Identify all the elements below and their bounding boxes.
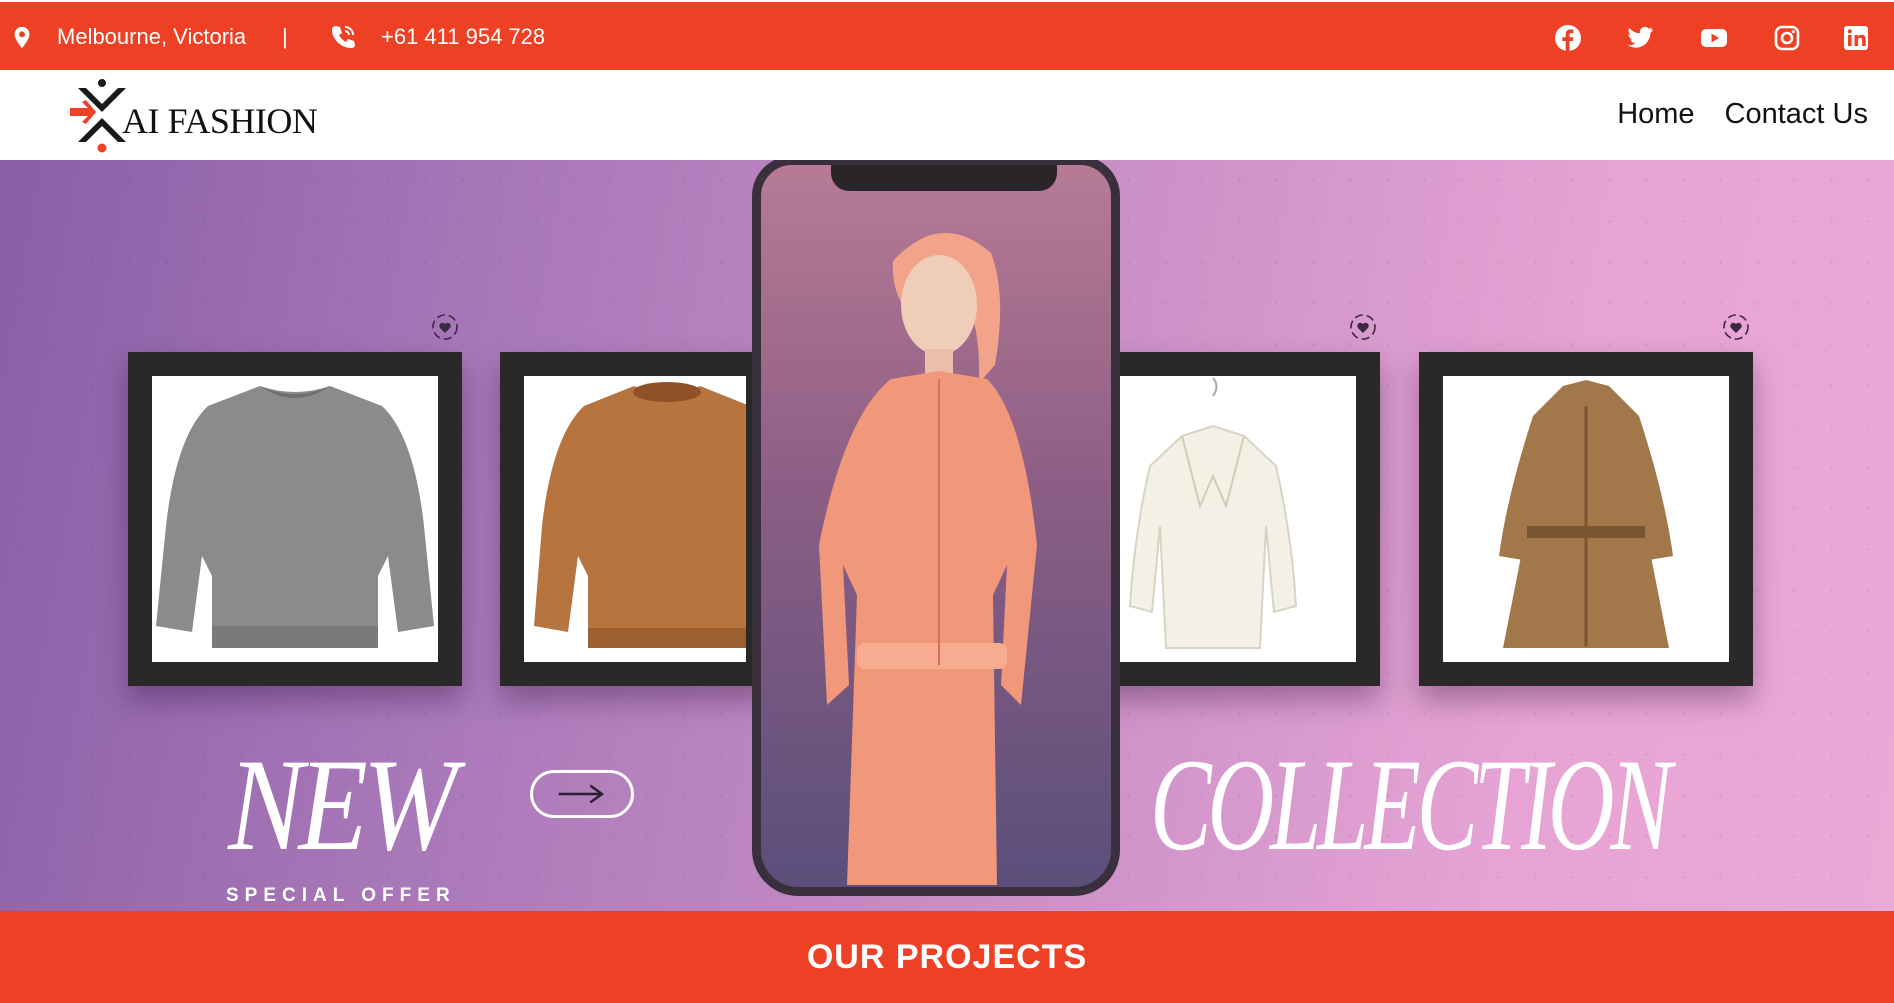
main-nav: Home Contact Us bbox=[1617, 98, 1868, 131]
brown-trench-coat-image bbox=[1499, 380, 1673, 648]
product-card-brown-trench-coat[interactable] bbox=[1419, 352, 1753, 686]
projects-section-header: OUR PROJECTS bbox=[0, 911, 1894, 1003]
nav-contact-us[interactable]: Contact Us bbox=[1725, 98, 1868, 131]
instagram-icon[interactable] bbox=[1773, 24, 1801, 52]
section-title: OUR PROJECTS bbox=[806, 937, 1088, 976]
product-card-grey-sweatshirt[interactable] bbox=[128, 352, 462, 686]
linkedin-icon[interactable] bbox=[1842, 24, 1870, 52]
product-card-orange-sweater[interactable] bbox=[500, 352, 770, 686]
special-offer-label: SPECIAL OFFER bbox=[226, 885, 456, 906]
top-contact-bar: Melbourne, Victoria | +61 411 954 728 bbox=[0, 2, 1894, 70]
heart-icon[interactable] bbox=[1348, 312, 1378, 342]
site-header: AI FASHION Home Contact Us bbox=[0, 70, 1894, 160]
arrow-button[interactable] bbox=[530, 770, 634, 818]
hero-banner: NEW COLLECTION SPECIAL OFFER bbox=[0, 160, 1894, 911]
headline-new: NEW bbox=[228, 731, 457, 878]
headline-collection: COLLECTION bbox=[1150, 731, 1672, 878]
phone-number[interactable]: +61 411 954 728 bbox=[381, 24, 545, 50]
separator: | bbox=[282, 24, 288, 49]
location-text: Melbourne, Victoria bbox=[57, 24, 247, 49]
model-image bbox=[819, 232, 1037, 885]
map-pin-icon bbox=[12, 26, 32, 50]
nav-home[interactable]: Home bbox=[1617, 98, 1694, 131]
phone-icon bbox=[330, 24, 356, 50]
orange-sweater-image bbox=[534, 382, 746, 648]
logo[interactable]: AI FASHION bbox=[68, 78, 328, 154]
heart-icon[interactable] bbox=[1721, 312, 1751, 342]
heart-icon[interactable] bbox=[430, 312, 460, 342]
twitter-icon[interactable] bbox=[1626, 24, 1654, 52]
logo-text: AI FASHION bbox=[122, 101, 318, 141]
arrow-right-icon bbox=[558, 784, 605, 804]
grey-sweatshirt-image bbox=[156, 386, 434, 648]
facebook-icon[interactable] bbox=[1554, 24, 1582, 52]
youtube-icon[interactable] bbox=[1700, 24, 1728, 52]
phone-mockup bbox=[752, 160, 1120, 896]
